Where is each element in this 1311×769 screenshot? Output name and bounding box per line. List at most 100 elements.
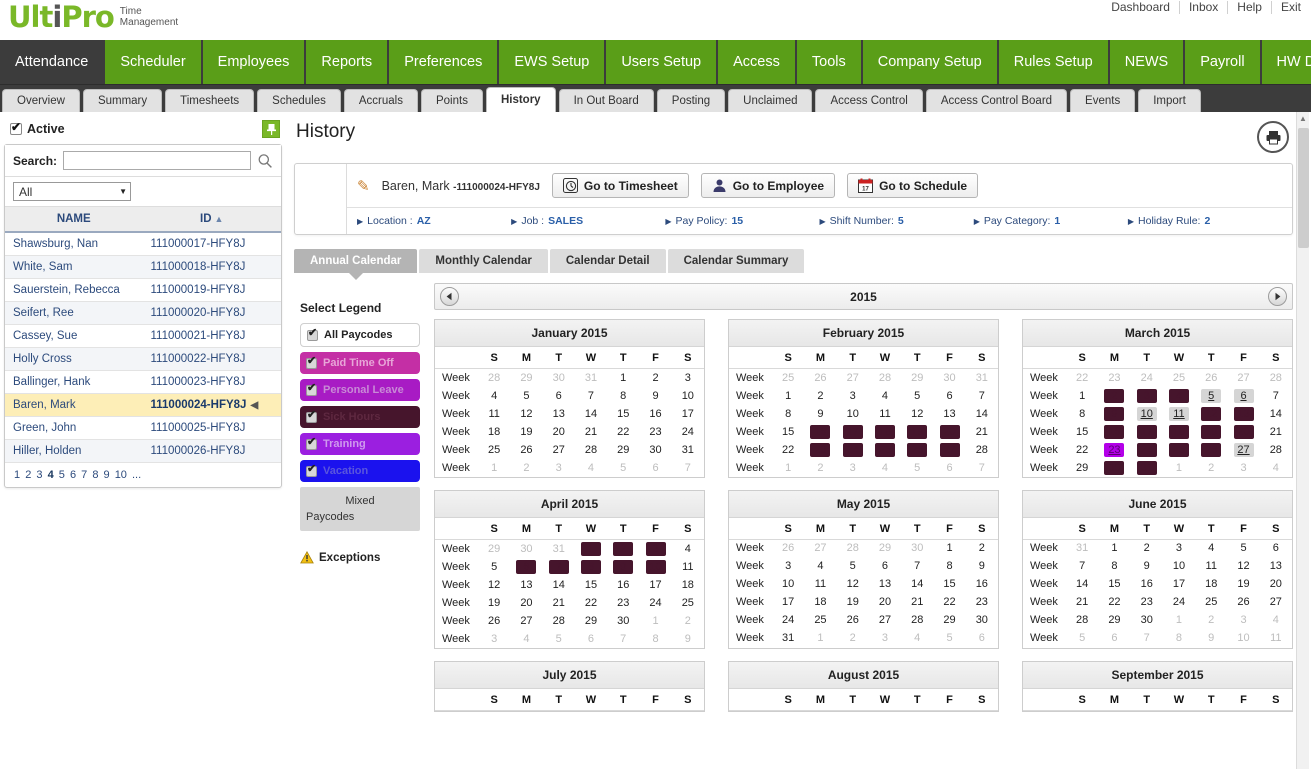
day-paycode-chip[interactable]: 5 xyxy=(1201,388,1222,403)
calendar-day[interactable]: 25 xyxy=(804,611,836,629)
tab-points[interactable]: Points xyxy=(420,89,483,112)
go-to-schedule-button[interactable]: 17 Go to Schedule xyxy=(847,173,979,198)
calendar-day[interactable]: 24 xyxy=(772,611,804,629)
calendar-day[interactable]: 31 xyxy=(672,441,704,459)
calendar-day[interactable]: 1 xyxy=(639,612,671,630)
legend-checkbox[interactable] xyxy=(306,355,317,369)
legend-checkbox[interactable] xyxy=(306,382,317,396)
calendar-day[interactable]: 7 xyxy=(607,630,639,648)
calendar-day[interactable]: 15 xyxy=(772,423,804,441)
calendar-day[interactable]: 22 xyxy=(1066,441,1098,459)
meta-pay-category[interactable]: ▶ Pay Category: 1 xyxy=(974,215,1128,227)
day-paycode-chip[interactable]: 30 xyxy=(1104,460,1125,475)
tab-import[interactable]: Import xyxy=(1138,89,1201,112)
nav-item-hw-devices[interactable]: HW Devices xyxy=(1261,40,1311,84)
calendar-day[interactable]: 21 xyxy=(1066,593,1098,611)
calendar-day[interactable]: 26 xyxy=(772,539,804,557)
calendar-day[interactable]: 16 xyxy=(804,423,836,441)
calendar-day[interactable]: 30 xyxy=(1098,459,1130,477)
calendar-day[interactable]: 3 xyxy=(478,630,510,648)
calendar-day[interactable]: 15 xyxy=(1098,575,1130,593)
page-7[interactable]: 7 xyxy=(80,469,88,481)
calendar-day[interactable]: 6 xyxy=(966,629,998,647)
calendar-day[interactable]: 23 xyxy=(966,593,998,611)
calendar-day[interactable]: 30 xyxy=(543,369,575,387)
table-row[interactable]: White, Sam 111000018-HFY8J xyxy=(5,255,281,279)
calendar-day[interactable]: 13 xyxy=(933,405,965,423)
day-paycode-chip[interactable]: 9 xyxy=(1104,406,1125,421)
calendar-day[interactable]: 13 xyxy=(869,575,901,593)
day-paycode-chip[interactable]: 4 xyxy=(1168,388,1189,403)
tab-calendar-summary[interactable]: Calendar Summary xyxy=(667,249,805,273)
calendar-day[interactable]: 9 xyxy=(1098,405,1130,423)
calendar-day[interactable]: 4 xyxy=(901,629,933,647)
active-checkbox[interactable] xyxy=(10,120,22,135)
calendar-day[interactable]: 6 xyxy=(1227,387,1259,405)
pin-button[interactable] xyxy=(262,120,280,138)
legend-item-sick-hours[interactable]: Sick Hours xyxy=(300,406,420,428)
calendar-day[interactable]: 22 xyxy=(933,593,965,611)
calendar-day[interactable]: 26 xyxy=(1195,369,1227,387)
nav-item-ews-setup[interactable]: EWS Setup xyxy=(499,40,607,84)
calendar-day[interactable]: 7 xyxy=(1260,387,1292,405)
page-6[interactable]: 6 xyxy=(69,469,77,481)
legend-item-all-paycodes[interactable]: All Paycodes xyxy=(300,323,420,347)
calendar-day[interactable]: 8 xyxy=(1163,629,1195,647)
calendar-day[interactable]: 20 xyxy=(933,423,965,441)
calendar-day[interactable]: 10 xyxy=(772,575,804,593)
calendar-day[interactable]: 6 xyxy=(1260,539,1292,557)
calendar-day[interactable]: 24 xyxy=(1131,441,1163,459)
column-header-id[interactable]: ID ▲ xyxy=(142,207,281,233)
tab-posting[interactable]: Posting xyxy=(656,89,726,112)
nav-item-news[interactable]: NEWS xyxy=(1109,40,1186,84)
calendar-day[interactable]: 4 xyxy=(1163,387,1195,405)
calendar-day[interactable]: 16 xyxy=(639,405,671,423)
calendar-day[interactable]: 25 xyxy=(478,441,510,459)
calendar-day[interactable]: 13 xyxy=(1260,557,1292,575)
calendar-day[interactable]: 21 xyxy=(543,594,575,612)
page-8[interactable]: 8 xyxy=(91,469,99,481)
calendar-day[interactable]: 9 xyxy=(966,557,998,575)
calendar-day[interactable]: 6 xyxy=(639,459,671,477)
calendar-day[interactable]: 30 xyxy=(966,611,998,629)
tab-monthly-calendar[interactable]: Monthly Calendar xyxy=(419,249,548,273)
calendar-day[interactable]: 27 xyxy=(1260,593,1292,611)
calendar-day[interactable]: 29 xyxy=(869,539,901,557)
scroll-up-arrow-icon[interactable]: ▲ xyxy=(1299,114,1307,123)
top-link-inbox[interactable]: Inbox xyxy=(1180,1,1229,14)
day-paycode-chip[interactable]: 3 xyxy=(1136,388,1157,403)
day-paycode-chip[interactable]: 25 xyxy=(874,442,895,457)
nav-item-access[interactable]: Access xyxy=(718,40,797,84)
calendar-day[interactable]: 3 xyxy=(837,459,869,477)
calendar-day[interactable]: 26 xyxy=(478,612,510,630)
tab-calendar-detail[interactable]: Calendar Detail xyxy=(549,249,666,273)
calendar-day[interactable]: 4 xyxy=(478,387,510,405)
day-paycode-chip[interactable]: 19 xyxy=(907,424,928,439)
calendar-day[interactable]: 4 xyxy=(869,387,901,405)
day-paycode-chip[interactable]: 17 xyxy=(842,424,863,439)
legend-item-training[interactable]: Training xyxy=(300,433,420,455)
calendar-day[interactable]: 2 xyxy=(1195,459,1227,477)
calendar-day[interactable]: 3 xyxy=(672,369,704,387)
nav-item-preferences[interactable]: Preferences xyxy=(389,40,500,84)
print-button[interactable] xyxy=(1257,121,1289,153)
day-paycode-chip[interactable]: 7 xyxy=(548,559,569,574)
edit-pencil-icon[interactable]: ✎ xyxy=(357,177,370,195)
day-paycode-chip[interactable]: 6 xyxy=(516,559,537,574)
calendar-day[interactable]: 1 xyxy=(1098,539,1130,557)
calendar-day[interactable]: 18 xyxy=(478,423,510,441)
calendar-day[interactable]: 2 xyxy=(672,612,704,630)
day-paycode-chip[interactable]: 18 xyxy=(874,424,895,439)
calendar-day[interactable]: 5 xyxy=(478,558,510,576)
calendar-day[interactable]: 23 xyxy=(804,441,836,459)
meta-job[interactable]: ▶ Job : SALES xyxy=(511,215,665,227)
calendar-day[interactable]: 24 xyxy=(639,594,671,612)
nav-item-users-setup[interactable]: Users Setup xyxy=(606,40,719,84)
calendar-day[interactable]: 8 xyxy=(575,558,607,576)
active-filter[interactable]: Active xyxy=(10,120,65,136)
calendar-day[interactable]: 5 xyxy=(1227,539,1259,557)
column-header-name[interactable]: NAME xyxy=(5,207,143,233)
page-2[interactable]: 2 xyxy=(24,469,32,481)
calendar-day[interactable]: 15 xyxy=(607,405,639,423)
calendar-day[interactable]: 22 xyxy=(575,594,607,612)
